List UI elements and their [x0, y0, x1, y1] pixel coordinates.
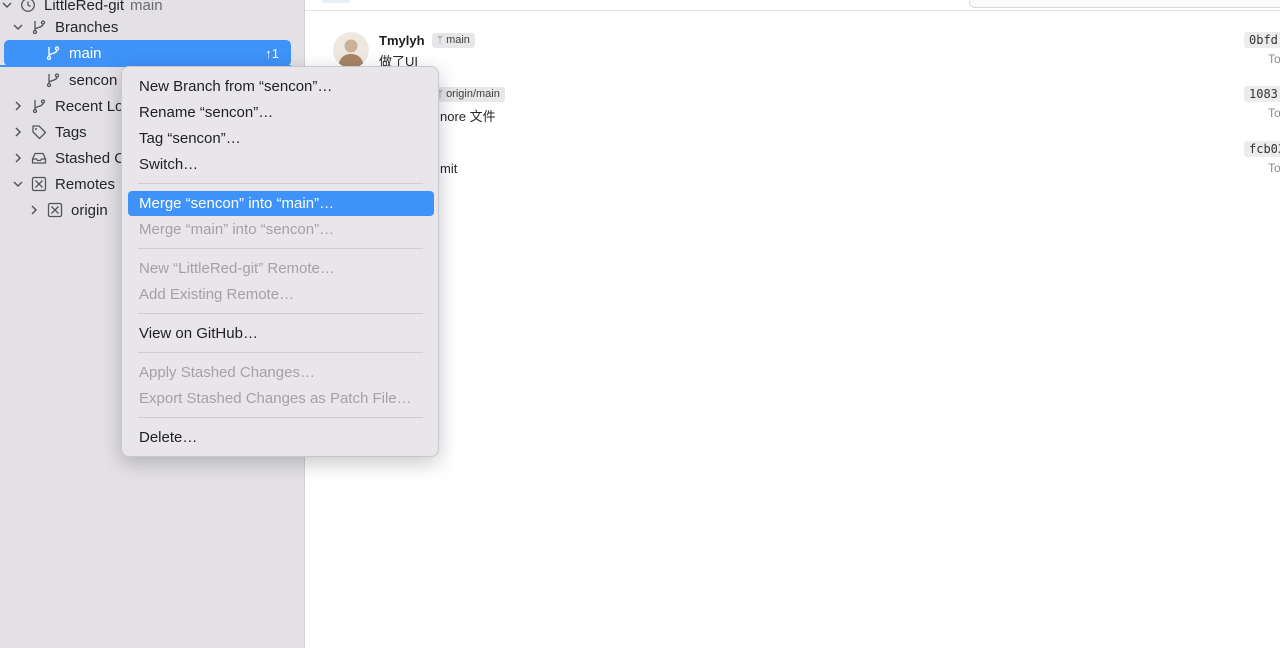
sidebar-item-label: Tags: [55, 123, 87, 141]
menu-separator: [138, 417, 423, 418]
sidebar-item-label: Stashed C: [55, 149, 126, 167]
menu-item-rename[interactable]: Rename “sencon”…: [128, 100, 434, 125]
sidebar-item-label: main: [69, 44, 102, 62]
sidebar-item-label: sencon: [69, 71, 118, 89]
chevron-right-icon[interactable]: [13, 153, 23, 163]
menu-item-view-on-github[interactable]: View on GitHub…: [128, 321, 434, 346]
commit-message: nore 文件: [440, 109, 496, 124]
chevron-down-icon[interactable]: [13, 179, 23, 189]
commit-hash[interactable]: 0bfd: [1244, 32, 1280, 48]
menu-item-new-remote: New “LittleRed-git” Remote…: [139, 260, 335, 277]
commit-date: To: [1268, 161, 1280, 175]
repo-current-branch: main: [130, 0, 163, 14]
chevron-down-icon[interactable]: [13, 22, 23, 32]
commit-hash[interactable]: fcb03: [1244, 141, 1280, 157]
branch-icon: [30, 18, 48, 36]
toolbar-button[interactable]: [321, 0, 351, 3]
remote-icon: [30, 175, 48, 193]
branch-tag: ᛘ main: [432, 33, 475, 48]
menu-item-tag[interactable]: Tag “sencon”…: [128, 126, 434, 151]
menu-item-new-branch[interactable]: New Branch from “sencon”…: [128, 74, 434, 99]
sidebar-item-branches[interactable]: Branches: [0, 14, 305, 40]
context-menu: New Branch from “sencon”… Rename “sencon…: [121, 66, 439, 457]
branch-icon: [30, 97, 48, 115]
commit-date: To: [1268, 106, 1280, 120]
menu-item-delete[interactable]: Delete…: [128, 425, 434, 450]
commit-author: Tmylyh: [379, 33, 425, 48]
menu-separator: [138, 352, 423, 353]
sidebar-item-branch-main[interactable]: main ↑1: [4, 40, 291, 66]
tag-icon: [30, 123, 48, 141]
ahead-count-badge: ↑1: [265, 45, 279, 61]
sidebar-item-label: Branches: [55, 18, 119, 36]
toolbar: [305, 0, 1280, 11]
chevron-right-icon[interactable]: [13, 127, 23, 137]
menu-item-export-stashed: Export Stashed Changes as Patch File…: [139, 390, 412, 407]
commit-message: mit: [440, 161, 458, 176]
branch-icon: [44, 44, 62, 62]
menu-separator: [138, 183, 423, 184]
stash-icon: [30, 149, 48, 167]
avatar: [333, 32, 369, 68]
menu-separator: [138, 313, 423, 314]
search-field[interactable]: [969, 0, 1280, 8]
menu-item-merge-into-main[interactable]: Merge “sencon” into “main”…: [128, 191, 434, 216]
menu-item-switch[interactable]: Switch…: [128, 152, 434, 177]
sidebar-item-label: Remotes: [55, 175, 116, 193]
menu-item-add-existing-remote: Add Existing Remote…: [139, 286, 295, 303]
chevron-right-icon[interactable]: [13, 101, 23, 111]
menu-item-apply-stashed: Apply Stashed Changes…: [139, 364, 315, 381]
menu-item-merge-into-sencon: Merge “main” into “sencon”…: [139, 221, 335, 238]
clock-icon: [19, 0, 37, 14]
repo-name: LittleRed-git: [44, 0, 125, 14]
menu-separator: [138, 248, 423, 249]
sidebar-item-label: origin: [71, 201, 108, 219]
branch-icon: ᛘ: [437, 35, 443, 46]
chevron-right-icon[interactable]: [29, 205, 39, 215]
branch-tag: ᛘ origin/main: [432, 87, 505, 102]
commit-hash[interactable]: 1083: [1244, 86, 1280, 102]
commit-date: To: [1268, 52, 1280, 66]
remote-icon: [46, 201, 64, 219]
chevron-down-icon[interactable]: [2, 0, 12, 10]
sidebar-item-label: Recent Lo: [55, 97, 124, 115]
branch-icon: [44, 71, 62, 89]
